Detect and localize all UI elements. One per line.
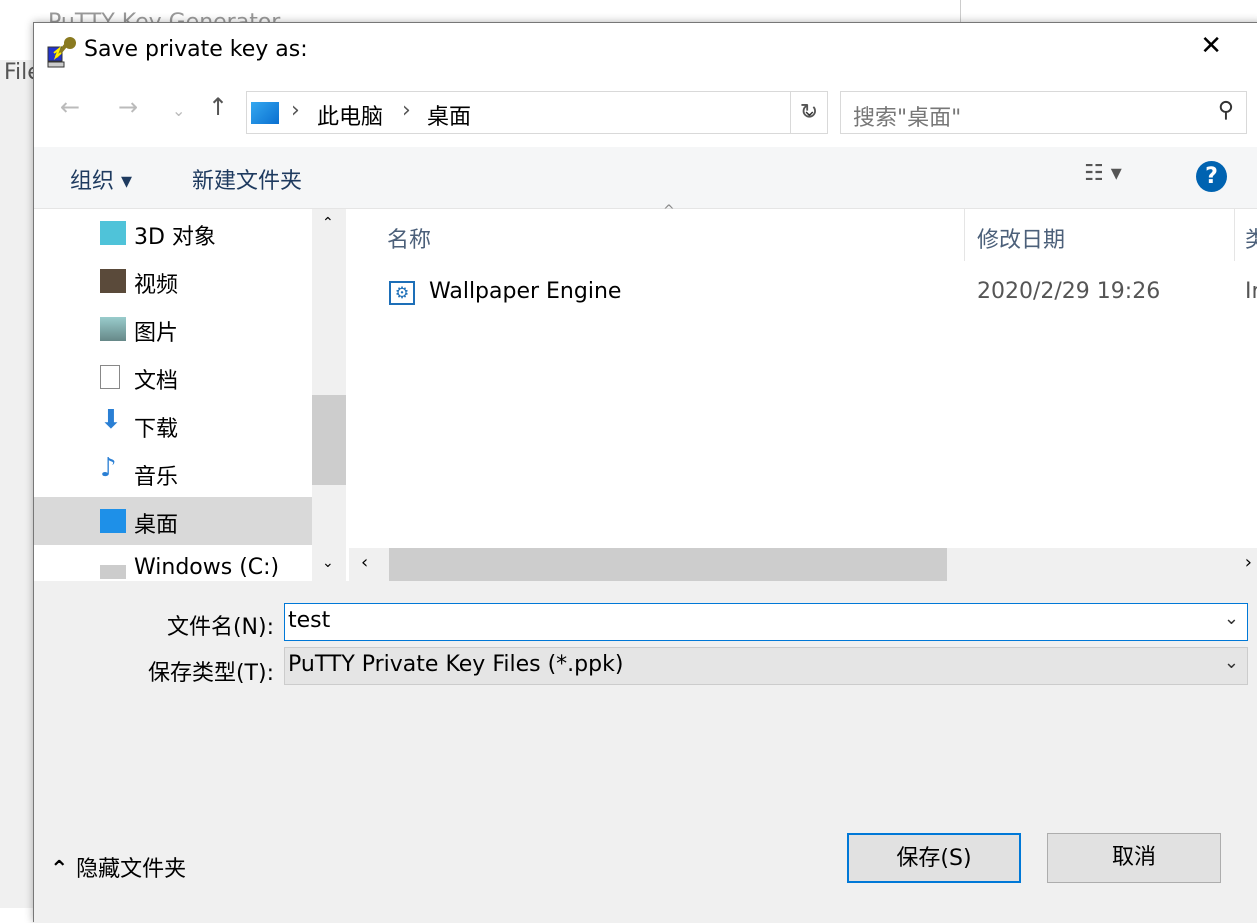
breadcrumb-desktop[interactable]: 桌面 [427, 99, 471, 131]
nav-label: 图片 [134, 321, 179, 346]
filename-dropdown-icon[interactable]: ⌄ [1224, 608, 1239, 629]
search-placeholder: 搜索"桌面" [853, 106, 962, 131]
chevron-up-icon: ⌃ [50, 857, 77, 882]
cube-icon [100, 221, 126, 245]
scroll-left-icon[interactable]: ‹ [361, 552, 368, 573]
nav-scrollbar[interactable]: ⌃ ⌄ [312, 209, 346, 581]
column-header-name[interactable]: 名称 [387, 209, 965, 261]
cancel-button[interactable]: 取消 [1047, 833, 1221, 883]
nav-item-downloads[interactable]: ⬇ 下载 [34, 401, 312, 449]
navigation-pane: 3D 对象 视频 图片 文档 ⬇ 下载 ♪ 音乐 桌面 Windows (C:) [34, 209, 346, 581]
file-list-hscrollbar[interactable]: ‹ › [349, 548, 1257, 581]
file-row[interactable]: ⚙ Wallpaper Engine 2020/2/29 19:26 In [387, 277, 1257, 317]
up-button[interactable]: ↑ [208, 93, 228, 121]
document-icon [100, 365, 120, 389]
toolbar: 组织 ▾ 新建文件夹 ☷ ▾ ? [34, 147, 1257, 209]
nav-label: 视频 [134, 273, 179, 298]
column-label: 修改日期 [977, 228, 1066, 253]
nav-label: Windows (C:) [134, 555, 280, 580]
file-name: Wallpaper Engine [429, 279, 622, 304]
hide-folders-label: 隐藏文件夹 [76, 857, 187, 882]
hide-folders-button[interactable]: ⌃ 隐藏文件夹 [50, 851, 186, 883]
column-label: 类 [1245, 228, 1257, 253]
file-type: In [1245, 279, 1257, 304]
breadcrumb-this-pc[interactable]: 此电脑 [317, 99, 383, 131]
nav-label: 下载 [134, 417, 179, 442]
filetype-dropdown-icon: ⌄ [1223, 652, 1239, 673]
view-options-icon[interactable]: ☷ ▾ [1084, 161, 1122, 186]
dialog-title: Save private key as: [84, 37, 308, 62]
save-button[interactable]: 保存(S) [847, 833, 1021, 883]
pictures-icon [100, 317, 126, 341]
nav-item-documents[interactable]: 文档 [34, 353, 312, 401]
nav-label: 文档 [134, 369, 179, 394]
filetype-value: PuTTY Private Key Files (*.ppk) [288, 652, 624, 677]
filename-input[interactable]: test ⌄ [284, 603, 1248, 641]
desktop-icon [100, 509, 126, 533]
address-bar[interactable]: › 此电脑 › 桌面 ⌄ [246, 91, 828, 134]
recent-locations-chevron-icon[interactable]: ⌄ [172, 101, 185, 120]
help-button[interactable]: ? [1196, 161, 1227, 192]
scroll-down-icon[interactable]: ⌄ [322, 555, 334, 571]
forward-button[interactable]: → [118, 93, 138, 121]
music-icon: ♪ [100, 453, 117, 483]
nav-scroll-thumb[interactable] [312, 395, 346, 485]
download-icon: ⬇ [100, 405, 122, 435]
column-header-modified[interactable]: 修改日期 [977, 209, 1235, 261]
background-right-window [960, 0, 1257, 22]
close-button[interactable]: ✕ [1200, 31, 1222, 61]
breadcrumb-separator-icon: › [402, 98, 411, 123]
this-pc-icon [251, 102, 279, 124]
shortcut-icon: ⚙ [389, 281, 415, 305]
new-folder-button[interactable]: 新建文件夹 [192, 163, 302, 195]
scroll-right-icon[interactable]: › [1245, 552, 1252, 573]
filetype-select[interactable]: PuTTY Private Key Files (*.ppk) ⌄ [284, 647, 1248, 685]
puttygen-icon [47, 37, 76, 68]
filetype-label: 保存类型(T): [147, 661, 274, 686]
nav-item-3d-objects[interactable]: 3D 对象 [34, 209, 312, 257]
column-header-type[interactable]: 类 [1245, 209, 1257, 261]
column-label: 名称 [387, 228, 432, 253]
organize-button[interactable]: 组织 ▾ [70, 163, 132, 195]
nav-item-videos[interactable]: 视频 [34, 257, 312, 305]
search-input[interactable]: 搜索"桌面" ⚲ [840, 91, 1247, 134]
save-dialog: Save private key as: ✕ ← → ⌄ ↑ › 此电脑 › 桌… [33, 22, 1257, 923]
filename-label: 文件名(N): [166, 615, 274, 640]
nav-label: 桌面 [134, 513, 179, 538]
nav-label: 3D 对象 [134, 225, 216, 250]
nav-item-pictures[interactable]: 图片 [34, 305, 312, 353]
video-icon [100, 269, 126, 293]
breadcrumb-separator-icon: › [291, 98, 300, 123]
nav-label: 音乐 [134, 465, 179, 490]
nav-item-desktop[interactable]: 桌面 [34, 497, 312, 545]
hscroll-thumb[interactable] [389, 548, 947, 581]
back-button[interactable]: ← [60, 93, 80, 121]
nav-item-music[interactable]: ♪ 音乐 [34, 449, 312, 497]
drive-icon [100, 565, 126, 579]
file-list: ^ 名称 修改日期 类 ⚙ Wallpaper Engine 2020/2/29… [349, 203, 1257, 581]
search-icon: ⚲ [1217, 98, 1234, 123]
file-modified: 2020/2/29 19:26 [977, 279, 1161, 304]
refresh-button[interactable]: ↻ [790, 91, 828, 134]
scroll-up-icon[interactable]: ⌃ [322, 215, 334, 231]
nav-item-windows-c[interactable]: Windows (C:) [34, 545, 312, 581]
filename-value: test [288, 608, 331, 633]
